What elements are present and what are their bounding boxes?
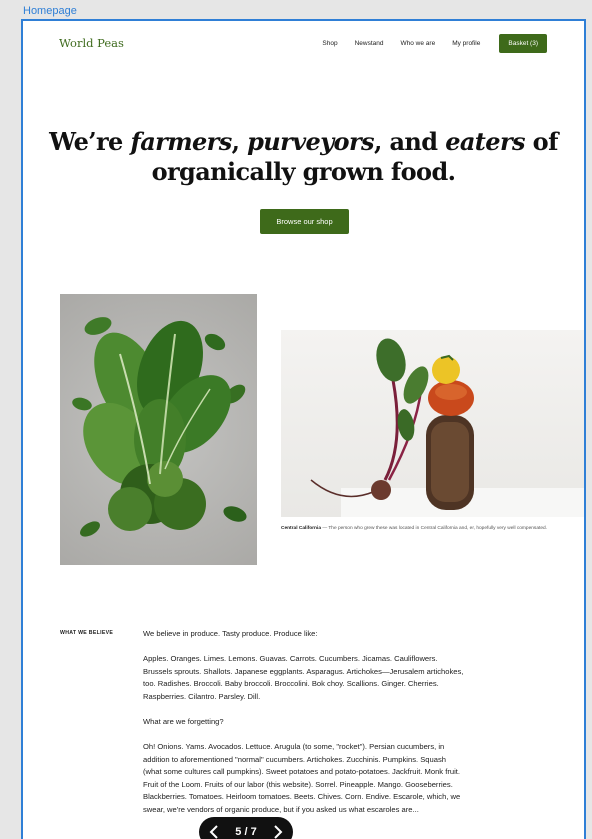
next-arrow-icon[interactable]	[273, 825, 283, 839]
paragraph: Apples. Oranges. Limes. Lemons. Guavas. …	[143, 654, 464, 701]
homepage-frame: World Peas Shop Newstand Who we are My p…	[21, 19, 586, 839]
slide-count: 5 / 7	[235, 826, 257, 838]
browse-shop-button[interactable]: Browse our shop	[260, 209, 349, 234]
believe-body: We believe in produce. Tasty produce. Pr…	[143, 628, 465, 829]
frame-label: Homepage	[23, 5, 77, 17]
paragraph: Oh! Onions. Yams. Avocados. Lettuce. Aru…	[143, 742, 461, 815]
nav-shop[interactable]: Shop	[322, 40, 337, 47]
paragraph: What are we forgetting?	[143, 716, 224, 726]
leaves-graphic	[72, 317, 247, 537]
basket-button[interactable]: Basket (3)	[499, 34, 547, 53]
site-logo[interactable]: World Peas	[59, 36, 124, 50]
greens-image	[60, 294, 257, 565]
section-label: WHAT WE BELIEVE	[60, 630, 114, 636]
nav-who-we-are[interactable]: Who we are	[401, 40, 436, 47]
hero-heading: We’re farmers, purveyors, and eaters of …	[49, 127, 558, 186]
beet-bread-image	[281, 330, 584, 517]
prev-arrow-icon[interactable]	[209, 825, 219, 839]
nav-my-profile[interactable]: My profile	[452, 40, 480, 47]
main-nav: Shop Newstand Who we are My profile Bask…	[322, 34, 547, 53]
nav-newstand[interactable]: Newstand	[355, 40, 384, 47]
still-life-graphic	[310, 338, 584, 517]
paragraph: We believe in produce. Tasty produce. Pr…	[143, 629, 318, 638]
image-caption: Central California — The person who grew…	[281, 526, 548, 531]
slide-pager: 5 / 7	[199, 817, 293, 839]
